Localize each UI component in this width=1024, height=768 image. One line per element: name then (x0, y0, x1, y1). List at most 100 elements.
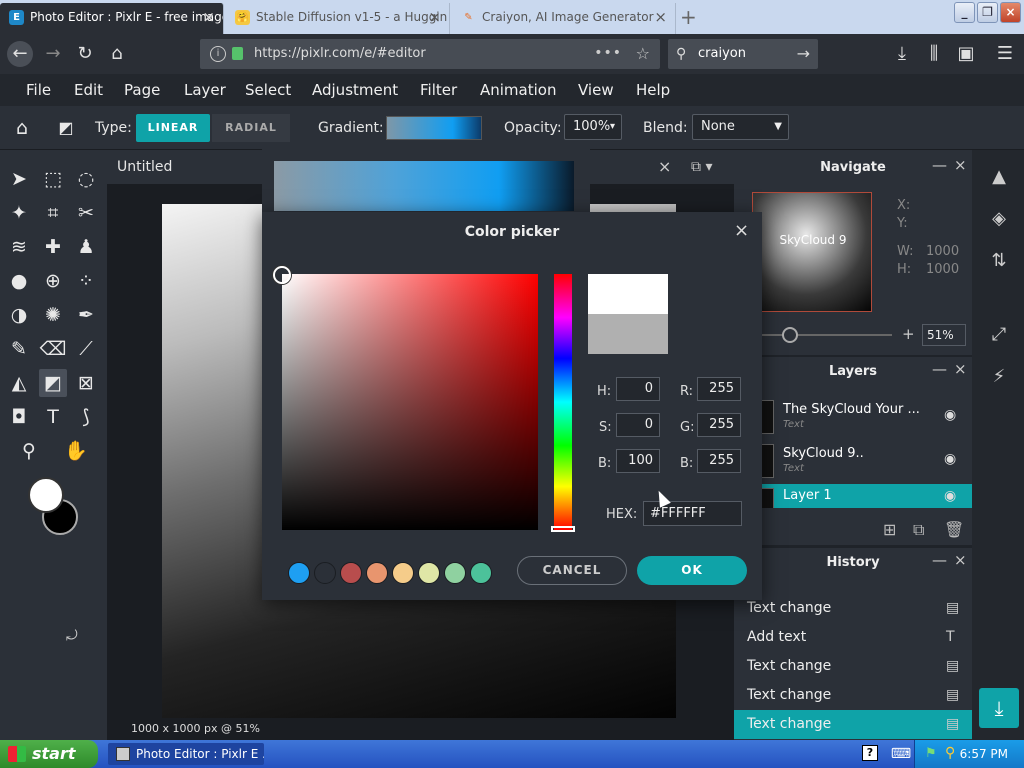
eyedropper-tool-icon[interactable]: ⟆ (72, 403, 100, 431)
history-item[interactable]: Text change ▤ (734, 594, 972, 623)
menu-adjustment[interactable]: Adjustment (312, 74, 398, 106)
search-go-icon[interactable]: → (797, 39, 810, 69)
browser-tab-craiyon[interactable]: ✎ Craiyon, AI Image Generator × (452, 3, 676, 34)
zoom-value[interactable]: 51% (922, 324, 966, 346)
arrange-tool-icon[interactable]: ➤ (5, 165, 33, 193)
hue-input[interactable]: 0 (616, 377, 660, 401)
sponge-tool-icon[interactable]: ⊕ (39, 267, 67, 295)
help-icon[interactable]: ? (862, 745, 878, 761)
preset-swatch[interactable] (314, 562, 336, 584)
preset-swatch[interactable] (392, 562, 414, 584)
arrange-windows-icon[interactable]: ⧉ ▾ (691, 150, 712, 184)
sidebar-icon[interactable]: ▣ (953, 41, 979, 67)
home-icon[interactable]: ⌂ (104, 41, 130, 67)
eye-icon[interactable]: ◉ (944, 407, 956, 423)
green-input[interactable]: 255 (697, 413, 741, 437)
document-name[interactable]: Untitled (117, 150, 172, 184)
marquee-tool-icon[interactable]: ⬚ (39, 165, 67, 193)
opacity-dropdown[interactable]: 100% ▾ (564, 114, 622, 140)
home-icon[interactable]: ⌂ (8, 114, 36, 142)
smudge-tool-icon[interactable]: ⟋ (72, 335, 100, 363)
hue-slider[interactable] (554, 274, 572, 530)
menu-filter[interactable]: Filter (420, 74, 457, 106)
page-actions-icon[interactable]: ••• (594, 39, 622, 67)
minimize-icon[interactable]: _ (954, 2, 975, 23)
library-icon[interactable]: ⫼ (921, 41, 947, 67)
menu-layer[interactable]: Layer (184, 74, 226, 106)
transform-tool-icon[interactable]: ⊠ (72, 369, 100, 397)
fill-tool-icon[interactable]: ◭ (5, 369, 33, 397)
gradient-tool-icon[interactable]: ◩ (39, 369, 67, 397)
close-icon[interactable]: × (428, 3, 441, 31)
zoom-in-icon[interactable]: + (902, 325, 915, 343)
history-item[interactable]: Add text T (734, 623, 972, 652)
saturation-input[interactable]: 0 (616, 413, 660, 437)
info-icon[interactable]: i (210, 46, 226, 62)
sharpen-tool-icon[interactable]: ✺ (39, 301, 67, 329)
layer-item[interactable]: SkyCloud 9.. Text ◉ (734, 440, 972, 482)
menu-help[interactable]: Help (636, 74, 670, 106)
search-bar[interactable]: ⚲ craiyon → (668, 39, 818, 69)
language-bar-icon[interactable]: ⌨ (888, 741, 914, 767)
shape-tool-icon[interactable]: ◘ (5, 403, 33, 431)
eye-icon[interactable]: ◉ (944, 488, 956, 504)
menu-edit[interactable]: Edit (74, 74, 103, 106)
history-item[interactable]: Text change ▤ (734, 710, 972, 739)
linear-button[interactable]: LINEAR (136, 114, 210, 142)
collapse-icon[interactable]: — (932, 156, 947, 174)
menu-select[interactable]: Select (245, 74, 291, 106)
layer-item[interactable]: The SkyCloud Your ... Text ◉ (734, 396, 972, 438)
history-item[interactable]: Text change ▤ (734, 652, 972, 681)
liquify-tool-icon[interactable]: ≋ (5, 233, 33, 261)
start-button[interactable]: start (0, 740, 98, 768)
search-icon[interactable]: ⚲ (945, 745, 955, 761)
collapse-icon[interactable]: — (932, 360, 947, 378)
add-layer-icon[interactable]: ⊞ (883, 520, 896, 539)
close-icon[interactable]: × (954, 551, 967, 569)
back-icon[interactable]: ← (7, 41, 33, 67)
window-close-icon[interactable]: × (1000, 2, 1021, 23)
url-text[interactable]: https://pixlr.com/e/#editor (254, 39, 426, 69)
menu-view[interactable]: View (578, 74, 614, 106)
zoom-tool-icon[interactable]: ⚲ (15, 437, 43, 465)
eye-icon[interactable]: ◉ (944, 451, 956, 467)
close-icon[interactable]: × (954, 360, 967, 378)
color-field-handle[interactable] (273, 266, 291, 284)
gradient-swatch[interactable] (386, 116, 482, 140)
close-icon[interactable]: × (658, 150, 671, 184)
layers-icon[interactable]: ◈ (986, 206, 1012, 232)
preset-swatch[interactable] (340, 562, 362, 584)
dodge-tool-icon[interactable]: ◑ (5, 301, 33, 329)
hand-tool-icon[interactable]: ✋ (62, 437, 90, 465)
downloads-icon[interactable]: ⤓ (889, 41, 915, 67)
history-icon[interactable]: ⇅ (986, 248, 1012, 274)
crop-tool-icon[interactable]: ⌗ (39, 199, 67, 227)
dots-tool-icon[interactable]: ⁘ (72, 267, 100, 295)
brightness-input[interactable]: 100 (616, 449, 660, 473)
brush-tool-icon[interactable]: ✎ (5, 335, 33, 363)
close-icon[interactable]: × (954, 156, 967, 174)
close-icon[interactable]: × (654, 3, 667, 31)
history-item[interactable]: Text change ▤ (734, 681, 972, 710)
layer-item[interactable]: Layer 1 ◉ (734, 484, 972, 508)
blend-dropdown[interactable]: None ▼ (692, 114, 789, 140)
wand-tool-icon[interactable]: ✦ (5, 199, 33, 227)
bookmark-star-icon[interactable]: ☆ (636, 39, 650, 69)
text-tool-icon[interactable]: T (39, 403, 67, 431)
preset-swatch[interactable] (366, 562, 388, 584)
blue-input[interactable]: 255 (697, 449, 741, 473)
reload-icon[interactable]: ↻ (72, 41, 98, 67)
pen-tool-icon[interactable]: ✒ (72, 301, 100, 329)
hamburger-menu-icon[interactable]: ☰ (992, 41, 1018, 67)
eraser-tool-icon[interactable]: ⌫ (39, 335, 67, 363)
menu-file[interactable]: File (26, 74, 51, 106)
download-button[interactable]: ⤓ (979, 688, 1019, 728)
hue-slider-handle[interactable] (551, 526, 575, 532)
search-input[interactable]: craiyon (698, 39, 746, 69)
taskbar-item-firefox[interactable]: Photo Editor : Pixlr E ... (108, 743, 264, 765)
navigator-thumbnail[interactable]: SkyCloud 9 (752, 192, 872, 312)
browser-tab-stable-diffusion[interactable]: 🤗 Stable Diffusion v1-5 - a Huggin × (226, 3, 450, 34)
new-tab-icon[interactable]: + (680, 3, 697, 31)
foreground-color-swatch[interactable] (28, 477, 64, 513)
lasso-tool-icon[interactable]: ◌ (72, 165, 100, 193)
